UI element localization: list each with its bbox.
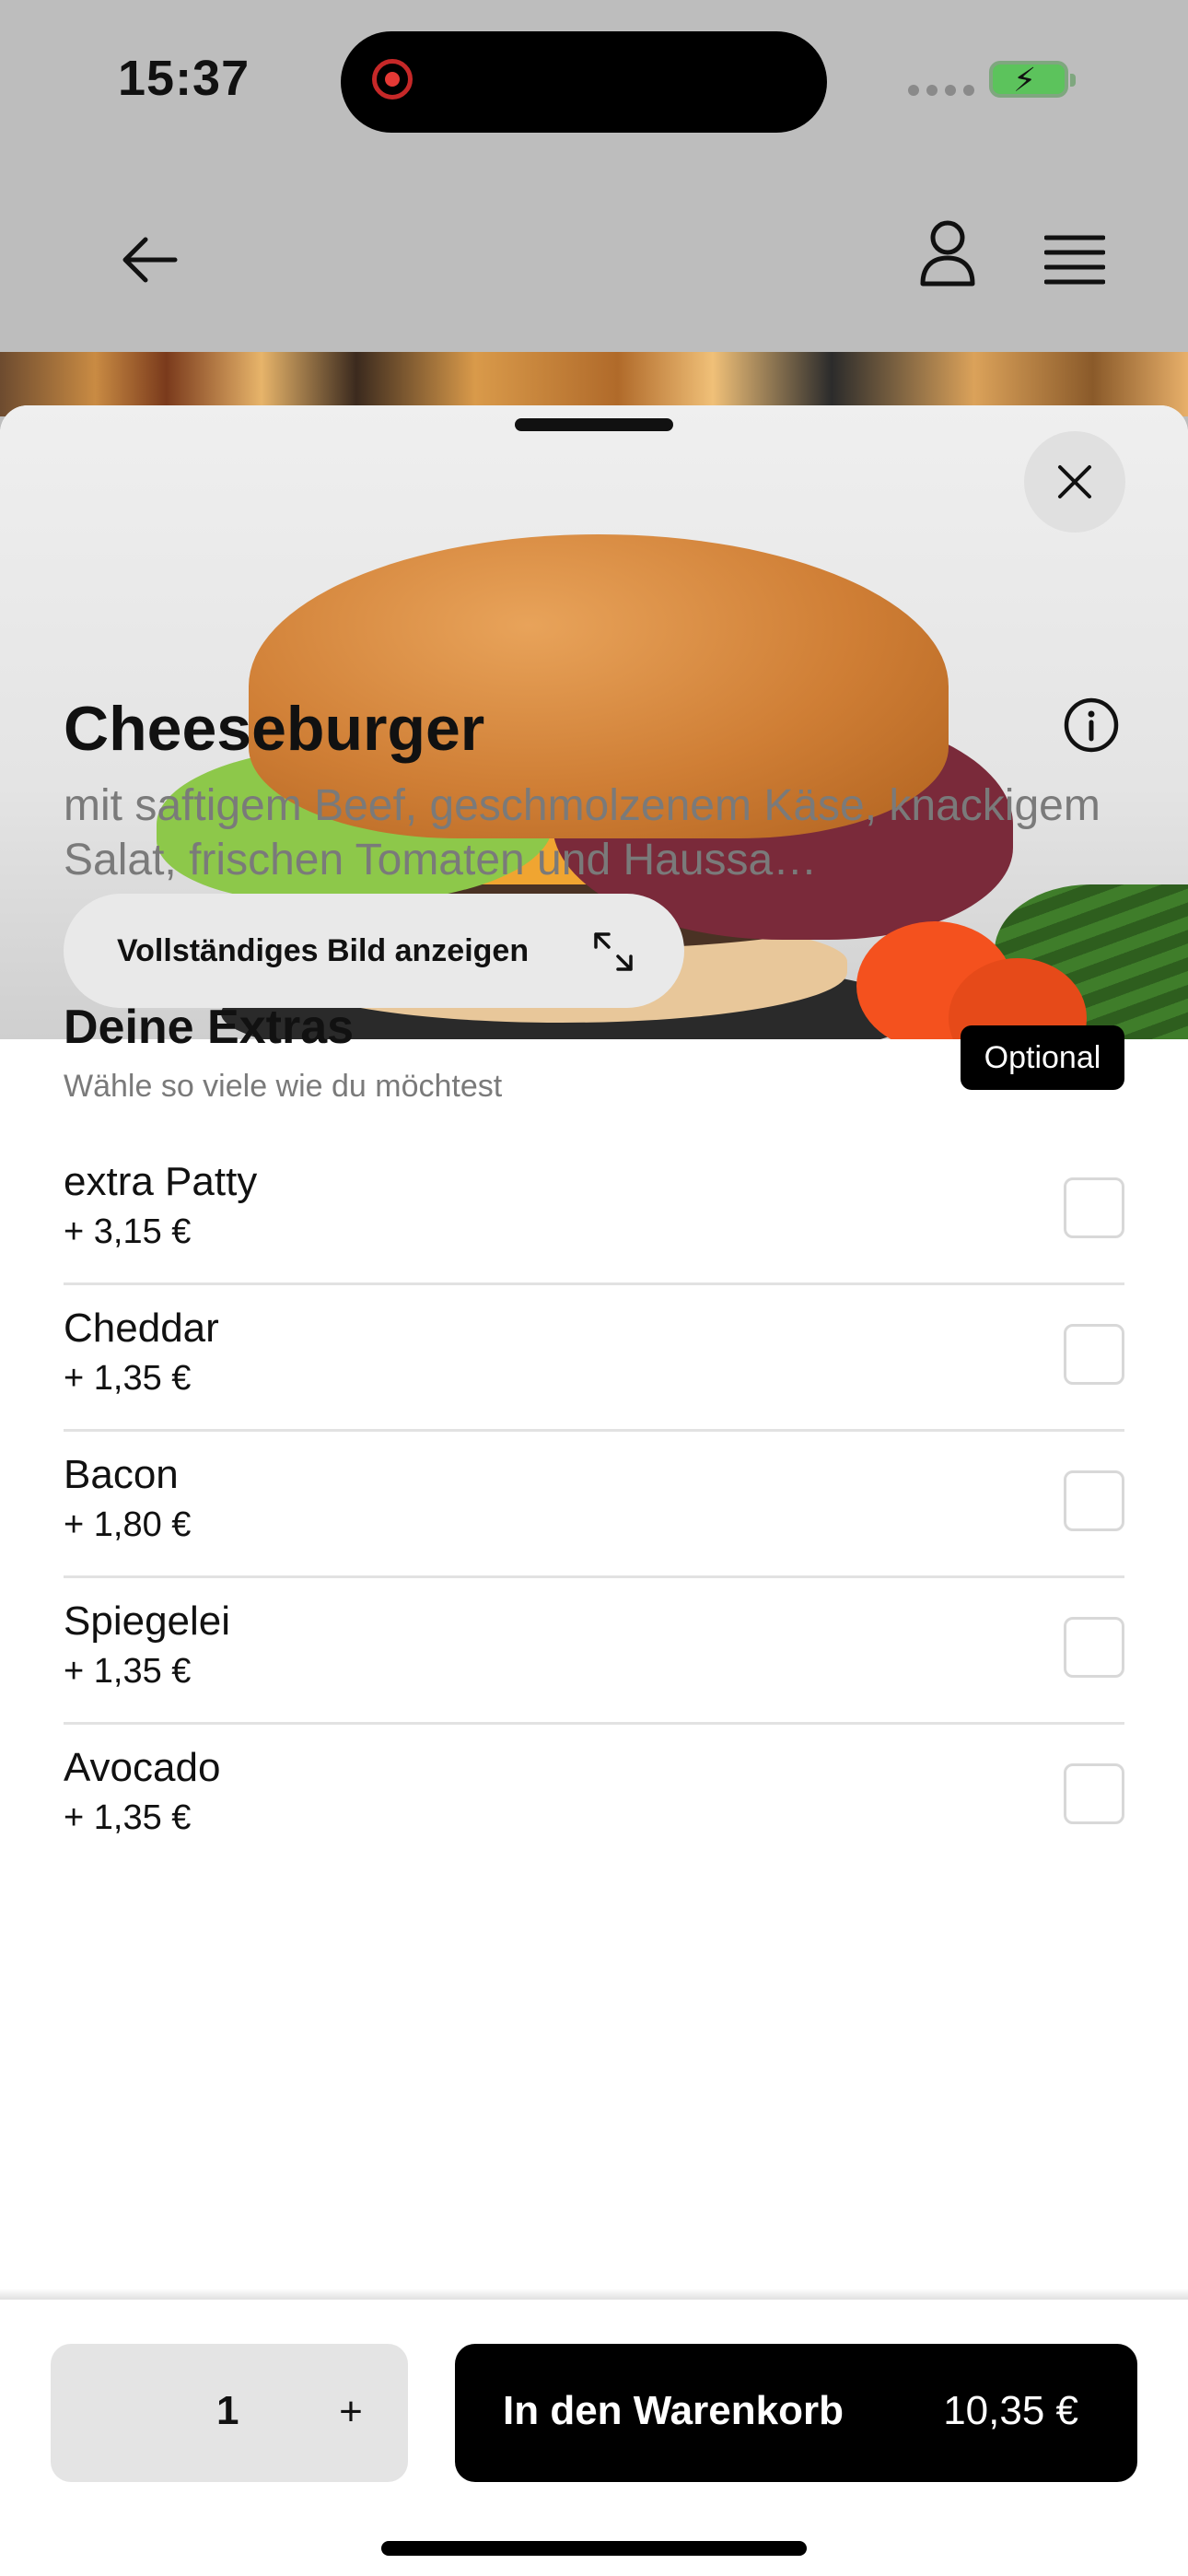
add-to-cart-label: In den Warenkorb bbox=[503, 2388, 844, 2433]
extra-checkbox[interactable] bbox=[1064, 1617, 1124, 1678]
view-full-image-label: Vollständiges Bild anzeigen bbox=[117, 932, 530, 968]
extra-name: Bacon bbox=[64, 1452, 179, 1497]
add-to-cart-button[interactable]: In den Warenkorb 10,35 € bbox=[455, 2344, 1137, 2482]
product-title: Cheeseburger bbox=[64, 694, 485, 764]
expand-icon bbox=[594, 932, 633, 971]
extra-checkbox[interactable] bbox=[1064, 1470, 1124, 1531]
extra-option-avocado[interactable]: Avocado + 1,35 € bbox=[64, 1725, 1124, 1868]
home-indicator[interactable] bbox=[381, 2541, 807, 2556]
view-full-image-button[interactable]: Vollständiges Bild anzeigen bbox=[64, 894, 684, 1008]
extra-option-spiegelei[interactable]: Spiegelei + 1,35 € bbox=[64, 1578, 1124, 1725]
account-button[interactable] bbox=[917, 219, 978, 287]
menu-icon bbox=[1043, 235, 1106, 285]
arrow-left-icon bbox=[122, 237, 178, 283]
optional-badge: Optional bbox=[961, 1025, 1124, 1090]
extra-option-extra-patty[interactable]: extra Patty + 3,15 € bbox=[64, 1139, 1124, 1285]
quantity-stepper[interactable]: 1 + bbox=[51, 2344, 408, 2482]
quantity-value: 1 bbox=[216, 2388, 239, 2433]
cellular-signal-icon bbox=[908, 85, 974, 96]
back-button[interactable] bbox=[118, 232, 182, 287]
extra-option-cheddar[interactable]: Cheddar + 1,35 € bbox=[64, 1285, 1124, 1432]
close-button[interactable] bbox=[1024, 431, 1125, 533]
info-button[interactable] bbox=[1063, 697, 1120, 754]
extra-price: + 1,80 € bbox=[64, 1505, 192, 1544]
product-description: mit saftigem Beef, geschmolzenem Käse, k… bbox=[64, 781, 1101, 884]
extra-price: + 1,35 € bbox=[64, 1798, 192, 1837]
extras-list: extra Patty + 3,15 € Cheddar + 1,35 € Ba… bbox=[64, 1139, 1124, 1868]
extra-name: Cheddar bbox=[64, 1306, 219, 1351]
extra-name: extra Patty bbox=[64, 1159, 258, 1204]
close-icon bbox=[1058, 465, 1091, 498]
user-icon bbox=[920, 220, 975, 287]
extra-name: Spiegelei bbox=[64, 1598, 231, 1644]
recording-indicator-icon bbox=[372, 59, 413, 100]
extra-price: + 3,15 € bbox=[64, 1212, 192, 1251]
extra-checkbox[interactable] bbox=[1064, 1763, 1124, 1824]
menu-button[interactable] bbox=[1043, 232, 1106, 287]
cart-total-price: 10,35 € bbox=[943, 2388, 1078, 2433]
extras-subtitle: Wähle so viele wie du möchtest bbox=[64, 1069, 503, 1104]
battery-charging-icon: ⚡ bbox=[989, 61, 1076, 99]
top-navigation bbox=[0, 157, 1188, 354]
bottom-action-bar: 1 + In den Warenkorb 10,35 € bbox=[0, 2289, 1188, 2576]
extra-price: + 1,35 € bbox=[64, 1359, 192, 1398]
sheet-drag-handle[interactable] bbox=[515, 418, 673, 431]
status-time: 15:37 bbox=[118, 51, 250, 106]
extra-option-bacon[interactable]: Bacon + 1,80 € bbox=[64, 1432, 1124, 1578]
extra-name: Avocado bbox=[64, 1745, 221, 1790]
extras-heading: Deine Extras bbox=[64, 1001, 355, 1054]
extra-price: + 1,35 € bbox=[64, 1652, 192, 1691]
status-bar: 15:37 ⚡ bbox=[0, 0, 1188, 157]
quantity-plus-button[interactable]: + bbox=[325, 2386, 377, 2438]
info-icon bbox=[1064, 697, 1119, 753]
dynamic-island bbox=[341, 31, 827, 133]
extra-checkbox[interactable] bbox=[1064, 1177, 1124, 1238]
extra-checkbox[interactable] bbox=[1064, 1324, 1124, 1385]
